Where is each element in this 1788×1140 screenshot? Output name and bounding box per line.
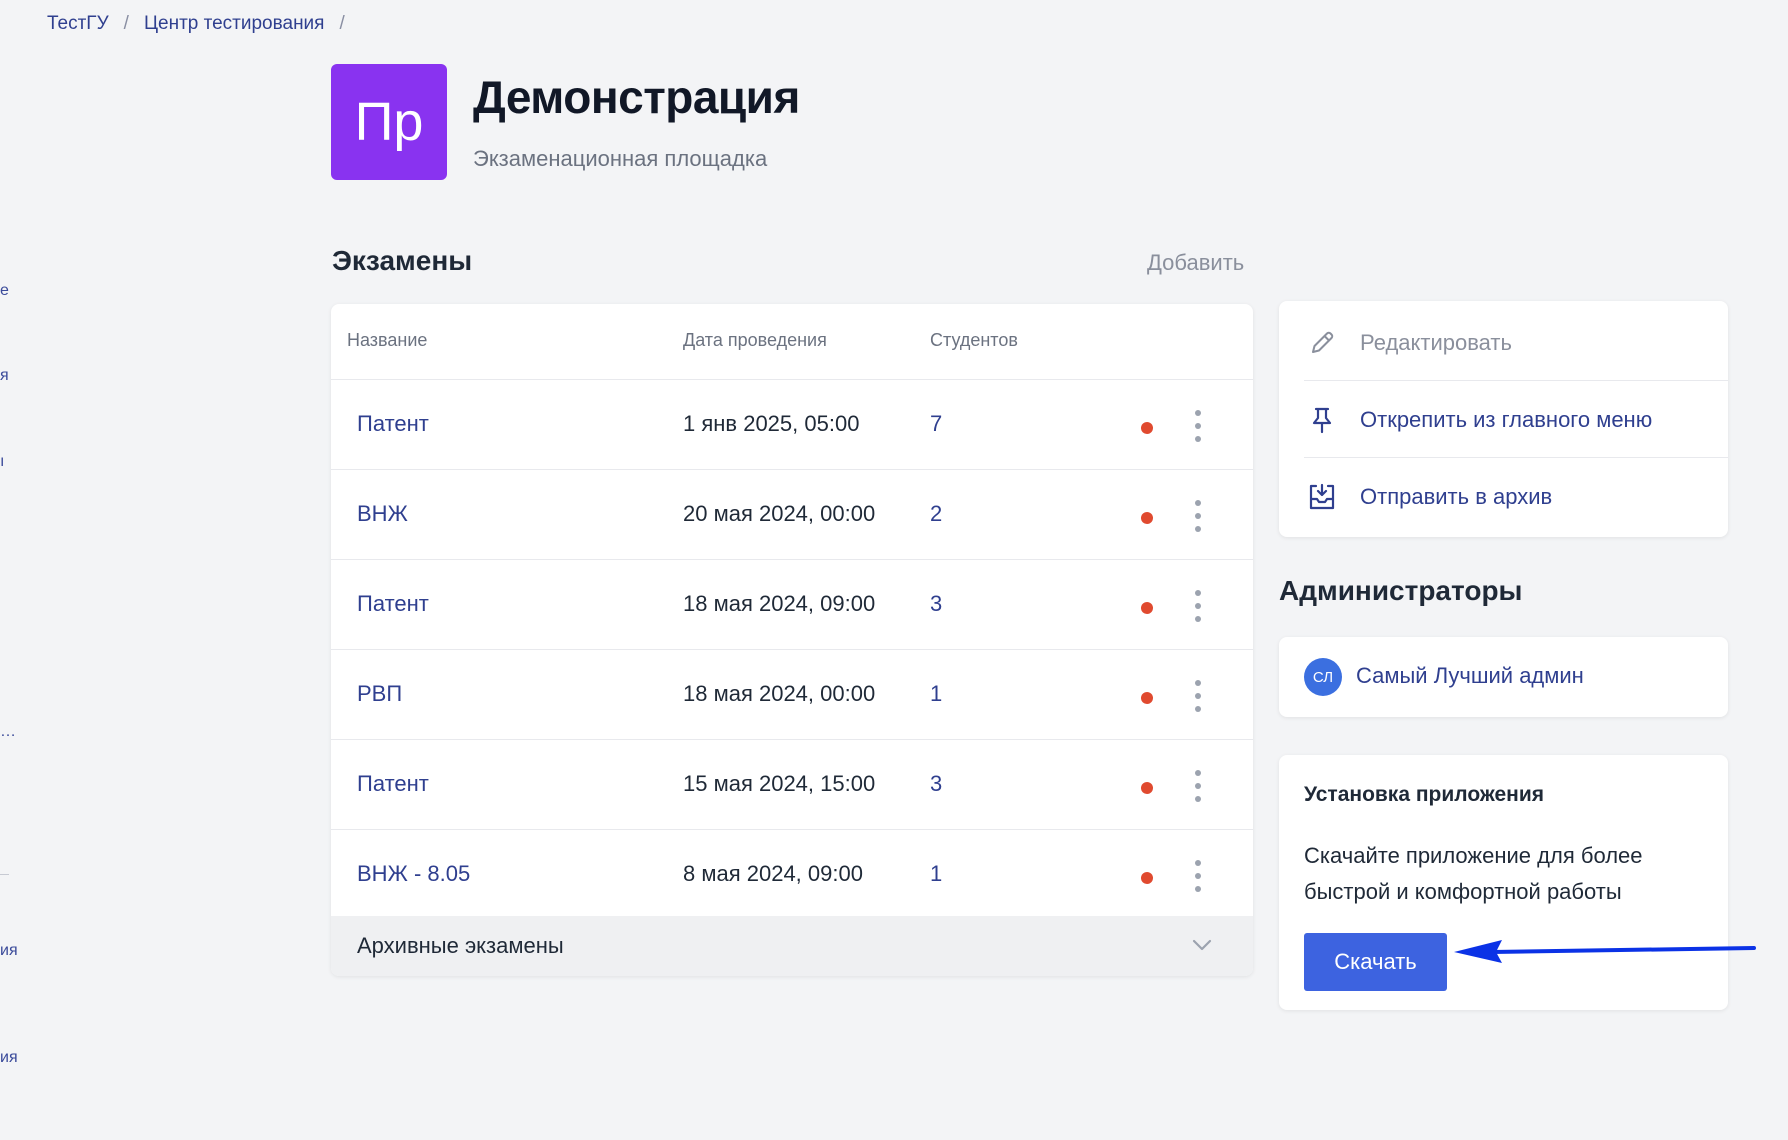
exam-name-link[interactable]: Патент <box>357 411 429 437</box>
table-row: Патент 1 янв 2025, 05:00 7 <box>331 380 1253 470</box>
page-subtitle: Экзаменационная площадка <box>473 146 768 171</box>
organization-logo: Пр <box>331 64 447 180</box>
admin-list-item[interactable]: СЛ Самый Лучший админ <box>1279 637 1728 717</box>
breadcrumb-item-testgu[interactable]: ТестГУ <box>47 13 109 35</box>
table-row: ВНЖ 20 мая 2024, 00:00 2 <box>331 470 1253 560</box>
exam-students-link[interactable]: 3 <box>930 771 942 797</box>
annotation-arrow-icon <box>1454 940 1756 963</box>
column-header-students: Студентов <box>930 330 1018 350</box>
status-dot <box>1141 872 1153 884</box>
install-app-title: Установка приложения <box>1304 783 1545 806</box>
exams-section-title: Экзамены <box>332 245 473 276</box>
install-app-description: Скачайте приложение для более быстрой и … <box>1304 843 1643 904</box>
table-row: ВНЖ - 8.05 8 мая 2024, 09:00 1 <box>331 830 1253 920</box>
exam-students-link[interactable]: 2 <box>930 501 942 527</box>
exam-students-link[interactable]: 7 <box>930 411 942 437</box>
archived-exams-toggle[interactable]: Архивные экзамены <box>331 916 1253 976</box>
exam-name-link[interactable]: ВНЖ - 8.05 <box>357 861 470 887</box>
exam-date: 15 мая 2024, 15:00 <box>683 771 876 796</box>
more-options-icon[interactable] <box>1191 770 1205 802</box>
breadcrumb-separator: / <box>339 13 345 34</box>
unpin-from-main-menu-button[interactable]: Открепить из главного меню <box>1304 381 1724 459</box>
unpin-label: Открепить из главного меню <box>1360 407 1653 432</box>
exam-name-link[interactable]: Патент <box>357 591 429 617</box>
admins-section-title: Администраторы <box>1279 575 1523 606</box>
sidebar-item-fragment[interactable]: я <box>0 367 9 385</box>
sidebar-divider <box>0 874 9 875</box>
exam-name-link[interactable]: ВНЖ <box>357 501 408 527</box>
edit-button[interactable]: Редактировать <box>1304 304 1724 382</box>
table-header: Название Дата проведения Студентов <box>331 304 1253 380</box>
column-header-name: Название <box>347 330 428 350</box>
pin-icon <box>1304 402 1340 438</box>
exam-date: 20 мая 2024, 00:00 <box>683 501 876 526</box>
more-options-icon[interactable] <box>1191 590 1205 622</box>
page-title: Демонстрация <box>473 71 800 123</box>
actions-card: Редактировать Открепить из главного меню… <box>1279 301 1728 537</box>
send-to-archive-button[interactable]: Отправить в архив <box>1304 458 1724 536</box>
pencil-icon <box>1304 325 1340 361</box>
exam-date: 18 мая 2024, 09:00 <box>683 591 876 616</box>
status-dot <box>1141 422 1153 434</box>
sidebar-item-fragment[interactable]: е <box>0 282 9 300</box>
install-app-card: Установка приложения Скачайте приложение… <box>1279 755 1728 1010</box>
exam-students-link[interactable]: 3 <box>930 591 942 617</box>
archived-exams-label: Архивные экзамены <box>357 933 564 958</box>
exam-date: 1 янв 2025, 05:00 <box>683 411 860 436</box>
table-row: Патент 15 мая 2024, 15:00 3 <box>331 740 1253 830</box>
breadcrumb-separator: / <box>123 13 129 34</box>
status-dot <box>1141 512 1153 524</box>
status-dot <box>1141 692 1153 704</box>
breadcrumb: ТестГУ / Центр тестирования / <box>47 13 360 35</box>
table-row: Патент 18 мая 2024, 09:00 3 <box>331 560 1253 650</box>
breadcrumb-item-testing-center[interactable]: Центр тестирования <box>144 13 325 35</box>
chevron-down-icon <box>1191 934 1213 962</box>
sidebar-item-fragment[interactable]: ия <box>0 1049 18 1067</box>
download-button[interactable]: Скачать <box>1304 933 1447 991</box>
edit-label: Редактировать <box>1360 330 1512 355</box>
exam-name-link[interactable]: РВП <box>357 681 402 707</box>
avatar: СЛ <box>1304 658 1342 696</box>
exams-table: Название Дата проведения Студентов Патен… <box>331 304 1253 976</box>
archive-label: Отправить в архив <box>1360 484 1553 509</box>
more-options-icon[interactable] <box>1191 680 1205 712</box>
column-header-date: Дата проведения <box>683 330 827 350</box>
exam-students-link[interactable]: 1 <box>930 681 942 707</box>
archive-icon <box>1304 479 1340 515</box>
sidebar-item-fragment[interactable]: ия <box>0 942 18 960</box>
exam-name-link[interactable]: Патент <box>357 771 429 797</box>
table-row: РВП 18 мая 2024, 00:00 1 <box>331 650 1253 740</box>
admin-name-link[interactable]: Самый Лучший админ <box>1356 663 1584 689</box>
sidebar-item-fragment[interactable]: … <box>0 723 16 741</box>
add-exam-button[interactable]: Добавить <box>1147 250 1244 276</box>
sidebar-item-fragment[interactable]: ı <box>0 453 4 471</box>
status-dot <box>1141 602 1153 614</box>
status-dot <box>1141 782 1153 794</box>
exam-students-link[interactable]: 1 <box>930 861 942 887</box>
exam-date: 8 мая 2024, 09:00 <box>683 861 863 886</box>
more-options-icon[interactable] <box>1191 500 1205 532</box>
exam-date: 18 мая 2024, 00:00 <box>683 681 876 706</box>
more-options-icon[interactable] <box>1191 860 1205 892</box>
more-options-icon[interactable] <box>1191 410 1205 442</box>
